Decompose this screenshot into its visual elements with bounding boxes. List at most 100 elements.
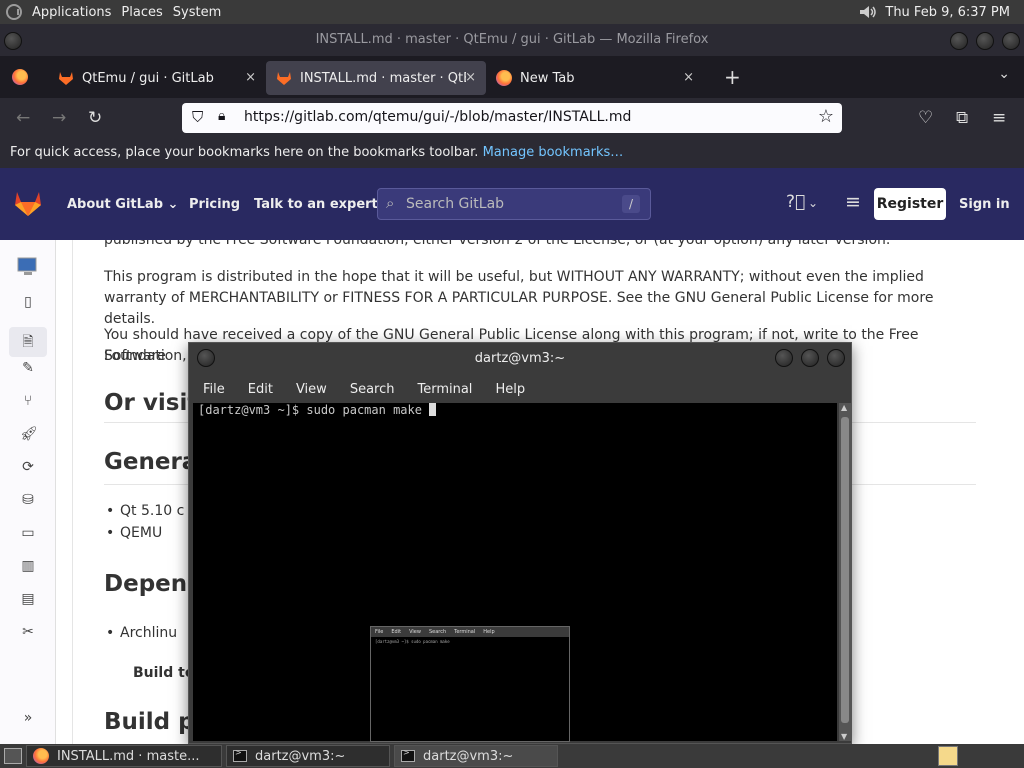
ci-cd-icon[interactable]: 🚀︎ (20, 426, 38, 442)
terminal-menu-button[interactable] (197, 349, 215, 367)
deployments-icon[interactable]: ⟳ (20, 459, 36, 475)
about-gitlab-menu[interactable]: About GitLab ⌄ (67, 197, 178, 212)
places-menu[interactable]: Places (121, 5, 162, 20)
close-tab-icon[interactable]: × (245, 70, 256, 85)
search-placeholder: Search GitLab (406, 196, 505, 212)
terminal-close-button[interactable] (827, 349, 845, 367)
project-overview-icon[interactable]: ▯ (20, 294, 36, 310)
distro-logo-icon[interactable] (6, 4, 22, 20)
merge-requests-icon[interactable]: ⑂ (20, 393, 36, 409)
expand-sidebar-icon[interactable]: » (20, 710, 36, 726)
bookmark-star-icon[interactable]: ☆ (818, 106, 834, 127)
tab-install-md[interactable]: INSTALL.md · master · QtEm × (266, 61, 486, 95)
volume-icon[interactable] (859, 5, 877, 19)
task-terminal-2[interactable]: dartz@vm3:~ (394, 745, 558, 767)
list-all-tabs-icon[interactable]: ⌄ (998, 66, 1010, 82)
tab-qtemu-gui[interactable]: QtEmu / gui · GitLab × (48, 61, 266, 95)
reload-icon[interactable]: ↻ (88, 108, 102, 128)
heading-general: Genera (104, 449, 198, 475)
sign-in-link[interactable]: Sign in (959, 197, 1010, 212)
firefox-tab-icon (496, 70, 512, 86)
url-bar[interactable]: ⛉ 🔒︎ https://gitlab.com/qtemu/gui/-/blob… (182, 103, 842, 133)
gitlab-logo-icon[interactable] (14, 190, 42, 216)
list-item: Qt 5.10 c (106, 503, 184, 519)
terminal-thumbnail[interactable]: File Edit View Search Terminal Help [dar… (370, 626, 570, 742)
workspace-switcher-icon[interactable] (938, 746, 958, 766)
search-shortcut-badge: / (622, 195, 640, 213)
terminal-maximize-button[interactable] (801, 349, 819, 367)
menu-search[interactable]: Search (350, 382, 395, 397)
thumb-menu: Edit (391, 629, 402, 635)
list-item: Archlinu (106, 625, 177, 641)
bookmarks-hint: For quick access, place your bookmarks h… (10, 145, 479, 160)
thumb-menu: Help (483, 629, 495, 635)
scroll-up-icon[interactable]: ▲ (841, 403, 847, 412)
forward-icon[interactable]: → (52, 108, 66, 128)
thumb-menu: View (409, 629, 421, 635)
monitor-icon[interactable]: ▭ (20, 525, 36, 541)
scrollbar-thumb[interactable] (841, 417, 849, 723)
repository-icon[interactable]: 🗎︎ (9, 327, 47, 357)
tab-label: New Tab (520, 70, 575, 86)
minimize-button[interactable] (950, 32, 968, 50)
wiki-icon[interactable]: ▤ (20, 591, 36, 607)
maximize-button[interactable] (976, 32, 994, 50)
back-icon[interactable]: ← (16, 108, 30, 128)
firefox-titlebar: INSTALL.md · master · QtEmu / gui · GitL… (0, 24, 1024, 56)
close-tab-icon[interactable]: × (465, 70, 476, 85)
hamburger-menu-icon[interactable]: ≡ (845, 191, 861, 213)
terminal-line: [dartz@vm3 ~]$ sudo pacman make (198, 403, 437, 417)
task-label: dartz@vm3:~ (255, 748, 346, 764)
extensions-icon[interactable]: ⧉ (956, 108, 968, 128)
task-terminal-1[interactable]: dartz@vm3:~ (226, 745, 390, 767)
packages-icon[interactable]: ⛁ (20, 492, 36, 508)
thumb-menu: File (375, 629, 384, 635)
close-window-button[interactable] (1002, 32, 1020, 50)
tab-new-tab[interactable]: New Tab × (486, 61, 704, 95)
new-tab-button[interactable]: + (724, 65, 741, 89)
manage-bookmarks-link[interactable]: Manage bookmarks… (483, 145, 624, 160)
terminal-prompt-text: [dartz@vm3 ~]$ sudo pacman make (198, 403, 430, 417)
applications-menu[interactable]: Applications (32, 5, 111, 20)
license-paragraph-0: published by the Free Software Foundatio… (104, 240, 891, 248)
clock[interactable]: Thu Feb 9, 6:37 PM (885, 5, 1010, 20)
bookmarks-toolbar: For quick access, place your bookmarks h… (0, 138, 1024, 168)
pocket-icon[interactable]: ♡ (918, 108, 933, 128)
task-firefox[interactable]: INSTALL.md · maste... (26, 745, 222, 767)
close-tab-icon[interactable]: × (683, 70, 694, 85)
terminal-scrollbar[interactable]: ▲ ▼ (839, 403, 851, 741)
tracking-protection-icon[interactable]: ⛉ (192, 108, 203, 126)
window-menu-button[interactable] (4, 32, 22, 50)
lock-icon[interactable]: 🔒︎ (218, 108, 225, 124)
url-text[interactable]: https://gitlab.com/qtemu/gui/-/blob/mast… (244, 109, 631, 125)
menu-view[interactable]: View (296, 382, 327, 397)
menu-edit[interactable]: Edit (248, 382, 273, 397)
firefox-view-icon[interactable] (12, 69, 28, 85)
top-panel: Applications Places System Thu Feb 9, 6:… (0, 0, 1024, 24)
analytics-icon[interactable]: ▥ (20, 558, 36, 574)
license-paragraph-1: This program is distributed in the hope … (104, 269, 934, 327)
gitlab-search-input[interactable]: ⌕ Search GitLab / (377, 188, 651, 220)
scroll-down-icon[interactable]: ▼ (841, 732, 847, 741)
project-avatar-icon[interactable] (16, 256, 40, 276)
snippets-icon[interactable]: ✂ (20, 624, 36, 640)
pricing-link[interactable]: Pricing (189, 197, 240, 212)
menu-terminal[interactable]: Terminal (417, 382, 472, 397)
register-button[interactable]: Register (874, 188, 946, 220)
terminal-titlebar[interactable]: dartz@vm3:~ (189, 343, 851, 375)
show-desktop-icon[interactable] (4, 748, 22, 764)
menu-help[interactable]: Help (495, 382, 525, 397)
talk-to-expert-link[interactable]: Talk to an expert (254, 197, 378, 212)
help-chevron-icon[interactable]: ⌄ (808, 196, 818, 210)
terminal-title: dartz@vm3:~ (474, 351, 566, 366)
tab-label: QtEmu / gui · GitLab (82, 70, 214, 86)
terminal-minimize-button[interactable] (775, 349, 793, 367)
issues-icon[interactable]: ✎ (20, 360, 36, 376)
firefox-icon (33, 748, 49, 764)
window-title: INSTALL.md · master · QtEmu / gui · GitL… (315, 32, 709, 47)
menu-file[interactable]: File (203, 382, 225, 397)
help-icon[interactable]: ?⃝ (786, 192, 805, 212)
app-menu-icon[interactable]: ≡ (992, 108, 1006, 128)
task-label: dartz@vm3:~ (423, 748, 514, 764)
system-menu[interactable]: System (173, 5, 221, 20)
